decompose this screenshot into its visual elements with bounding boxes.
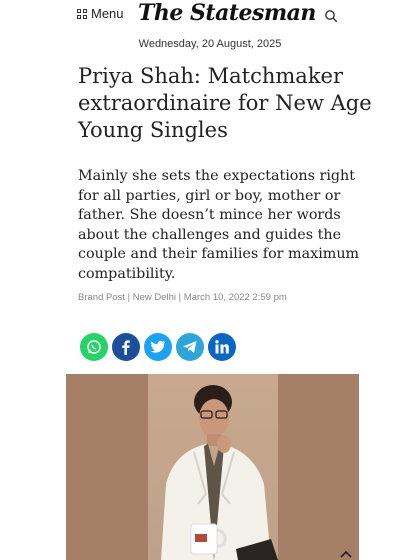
whatsapp-icon	[87, 340, 101, 354]
share-twitter-button[interactable]	[144, 333, 172, 361]
share-telegram-button[interactable]	[176, 333, 204, 361]
share-whatsapp-button[interactable]	[80, 333, 108, 361]
article-photo	[66, 374, 359, 560]
linkedin-icon	[215, 340, 229, 354]
telegram-icon	[183, 341, 197, 353]
chevron-up-icon[interactable]	[339, 549, 353, 559]
article-headline: Priya Shah: Matchmaker extraordinaire fo…	[78, 64, 372, 142]
grid-icon	[77, 8, 87, 19]
facebook-icon	[122, 340, 130, 355]
current-date: Wednesday, 20 August, 2025	[138, 38, 282, 50]
menu-button[interactable]: Menu	[77, 6, 124, 21]
site-logo[interactable]: The Statesman	[138, 0, 316, 26]
share-bar	[80, 333, 236, 361]
article-byline: Brand Post | New Delhi | March 10, 2022 …	[78, 292, 287, 303]
twitter-icon	[150, 340, 166, 353]
share-facebook-button[interactable]	[112, 333, 140, 361]
menu-label: Menu	[91, 6, 124, 21]
article-summary: Mainly she sets the expectations right f…	[78, 168, 360, 282]
top-bar: Menu The Statesman	[0, 0, 420, 32]
search-icon[interactable]	[324, 9, 338, 23]
portrait-figure	[161, 385, 278, 560]
share-linkedin-button[interactable]	[208, 333, 236, 361]
